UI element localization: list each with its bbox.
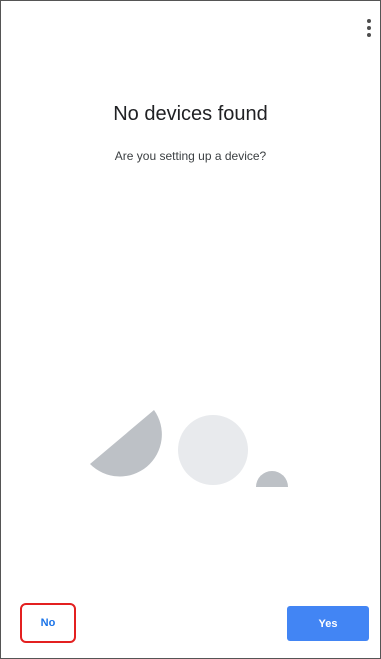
menu-dot — [367, 19, 371, 23]
page-subtitle: Are you setting up a device? — [114, 149, 267, 163]
menu-dot — [367, 33, 371, 37]
more-options-icon[interactable] — [358, 19, 380, 47]
yes-button[interactable]: Yes — [287, 606, 369, 641]
tilted-half-circle-shape — [90, 410, 162, 477]
device-shapes-illustration — [90, 410, 288, 487]
small-half-circle-shape — [256, 471, 288, 487]
page-title: No devices found — [113, 103, 268, 125]
menu-dot — [367, 26, 371, 30]
no-devices-screen: No devices found Are you setting up a de… — [0, 0, 381, 659]
no-button[interactable]: No — [20, 603, 76, 643]
light-circle-shape — [178, 415, 248, 485]
